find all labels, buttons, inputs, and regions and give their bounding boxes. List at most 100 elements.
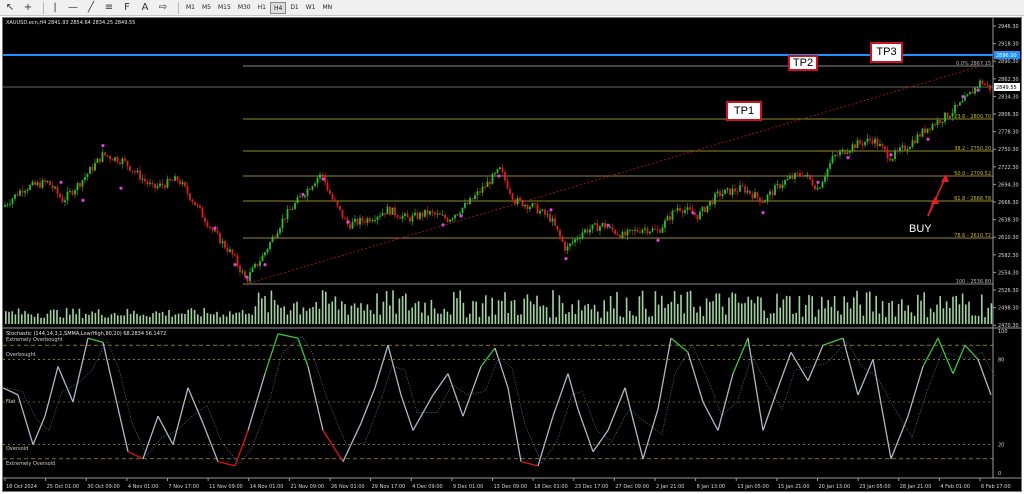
- candle-body: [84, 177, 86, 181]
- vertical-line-icon[interactable]: |: [48, 1, 62, 14]
- horizontal-line-icon[interactable]: —: [66, 1, 80, 14]
- candle-body: [419, 212, 421, 219]
- stoch-main-segment: [642, 408, 659, 459]
- fibonacci-icon[interactable]: F: [120, 1, 134, 14]
- stoch-main-segment: [702, 401, 719, 431]
- candle-body: [384, 213, 386, 215]
- volume-bar: [795, 312, 797, 324]
- candle-body: [651, 228, 654, 232]
- volume-bar: [763, 310, 765, 324]
- candle-body: [334, 199, 336, 202]
- candle-body: [986, 84, 989, 86]
- blue-price-tag-label: 2896.00: [996, 53, 1017, 59]
- fractal-marker: [441, 223, 445, 227]
- volume-bar: [414, 303, 417, 324]
- stoch-main-segment: [872, 359, 892, 459]
- toolbar: ↖ + | — ╱ ≡ F A ⇨ M1 M5 M15 M30 H1 H4 D1 W1 MN: [0, 0, 1024, 16]
- candle-body: [621, 231, 624, 239]
- candle-body: [86, 173, 89, 178]
- candle-body: [309, 188, 311, 190]
- candle-body: [191, 199, 194, 202]
- price-chart[interactable]: 2946.30 2918.30 2890.30 2862.30 2834.30 2806.…: [3, 18, 1022, 492]
- candle-body: [674, 210, 676, 212]
- time-tick-label: 21 Nov 09:00: [290, 484, 324, 490]
- cursor-icon[interactable]: ↖: [3, 1, 17, 14]
- candle-body: [624, 231, 626, 236]
- candle-body: [426, 209, 429, 215]
- timeframe-m1[interactable]: M1: [183, 2, 198, 14]
- candle-body: [339, 205, 341, 210]
- candle-body: [799, 173, 801, 176]
- stoch-main-segment: [447, 373, 464, 417]
- candle-body: [221, 240, 224, 244]
- fractal-marker: [263, 263, 267, 267]
- volume-bar: [821, 296, 823, 324]
- text-icon[interactable]: A: [138, 1, 152, 14]
- timeframe-mn[interactable]: MN: [320, 2, 336, 14]
- candle-body: [919, 134, 921, 137]
- volume-bar: [568, 312, 570, 324]
- time-tick-label: 9 Dec 01:00: [453, 484, 483, 490]
- volume-bar: [81, 317, 84, 324]
- timeframe-h4[interactable]: H4: [269, 1, 287, 14]
- candle-body: [286, 209, 289, 220]
- candle-body: [26, 189, 29, 192]
- fractal-marker: [59, 180, 63, 184]
- trendline-icon[interactable]: ╱: [84, 1, 98, 14]
- volume-bar: [392, 290, 394, 324]
- candle-body: [361, 217, 364, 222]
- candle-body: [636, 229, 639, 232]
- candle-body: [124, 158, 126, 161]
- candle-body: [966, 94, 969, 97]
- crosshair-icon[interactable]: +: [21, 1, 35, 14]
- volume-bar: [558, 295, 561, 324]
- buy-label: BUY: [909, 223, 932, 235]
- fib-level-label: 23.6 - 2800.70: [954, 114, 991, 120]
- volume-bar: [955, 295, 957, 324]
- timeframe-m15[interactable]: M15: [215, 2, 234, 14]
- volume-bar: [376, 293, 378, 324]
- volume-bar: [49, 310, 52, 324]
- volume-bar: [443, 308, 445, 324]
- candle-body: [719, 191, 721, 197]
- volume-bar: [305, 310, 308, 324]
- volume-bar: [46, 313, 49, 324]
- stoch-main-segment: [127, 451, 144, 460]
- volume-bar: [494, 314, 497, 324]
- stoch-main-segment: [400, 394, 414, 431]
- volume-bar: [289, 310, 292, 324]
- timeframe-m30[interactable]: M30: [235, 2, 254, 14]
- time-tick-label: 13 Jan 05:00: [737, 484, 769, 490]
- candle-body: [439, 213, 441, 215]
- candle-body: [136, 170, 139, 173]
- stoch-main-segment: [907, 366, 924, 417]
- volume-bar: [533, 304, 535, 324]
- candle-body: [49, 180, 51, 186]
- timeframe-w1[interactable]: W1: [303, 2, 319, 14]
- volume-bar: [401, 296, 404, 324]
- candle-body: [411, 215, 414, 222]
- candle-body: [834, 155, 836, 157]
- timeframe-h1[interactable]: H1: [255, 2, 269, 14]
- timeframe-m5[interactable]: M5: [199, 2, 214, 14]
- volume-bar: [683, 313, 685, 324]
- volume-bar: [657, 304, 660, 324]
- arrow-shape-icon[interactable]: ⇨: [156, 1, 170, 14]
- candle-body: [824, 176, 826, 182]
- volume-bar: [750, 299, 753, 324]
- candle-body: [316, 177, 319, 184]
- chart-window[interactable]: 2946.30 2918.30 2890.30 2862.30 2834.30 2806.…: [2, 17, 1022, 492]
- volume-bar: [251, 314, 253, 324]
- timeframe-d1[interactable]: D1: [287, 2, 301, 14]
- volume-bar: [718, 293, 721, 324]
- volume-bar: [776, 293, 778, 324]
- candle-body: [449, 219, 451, 222]
- candle-body: [604, 222, 606, 228]
- channel-icon[interactable]: ≡: [102, 1, 116, 14]
- volume-bar: [161, 311, 164, 324]
- candle-body: [24, 191, 26, 193]
- candle-body: [754, 192, 756, 199]
- candle-body: [939, 120, 941, 124]
- volume-bar: [779, 307, 781, 324]
- volume-bar: [152, 313, 154, 324]
